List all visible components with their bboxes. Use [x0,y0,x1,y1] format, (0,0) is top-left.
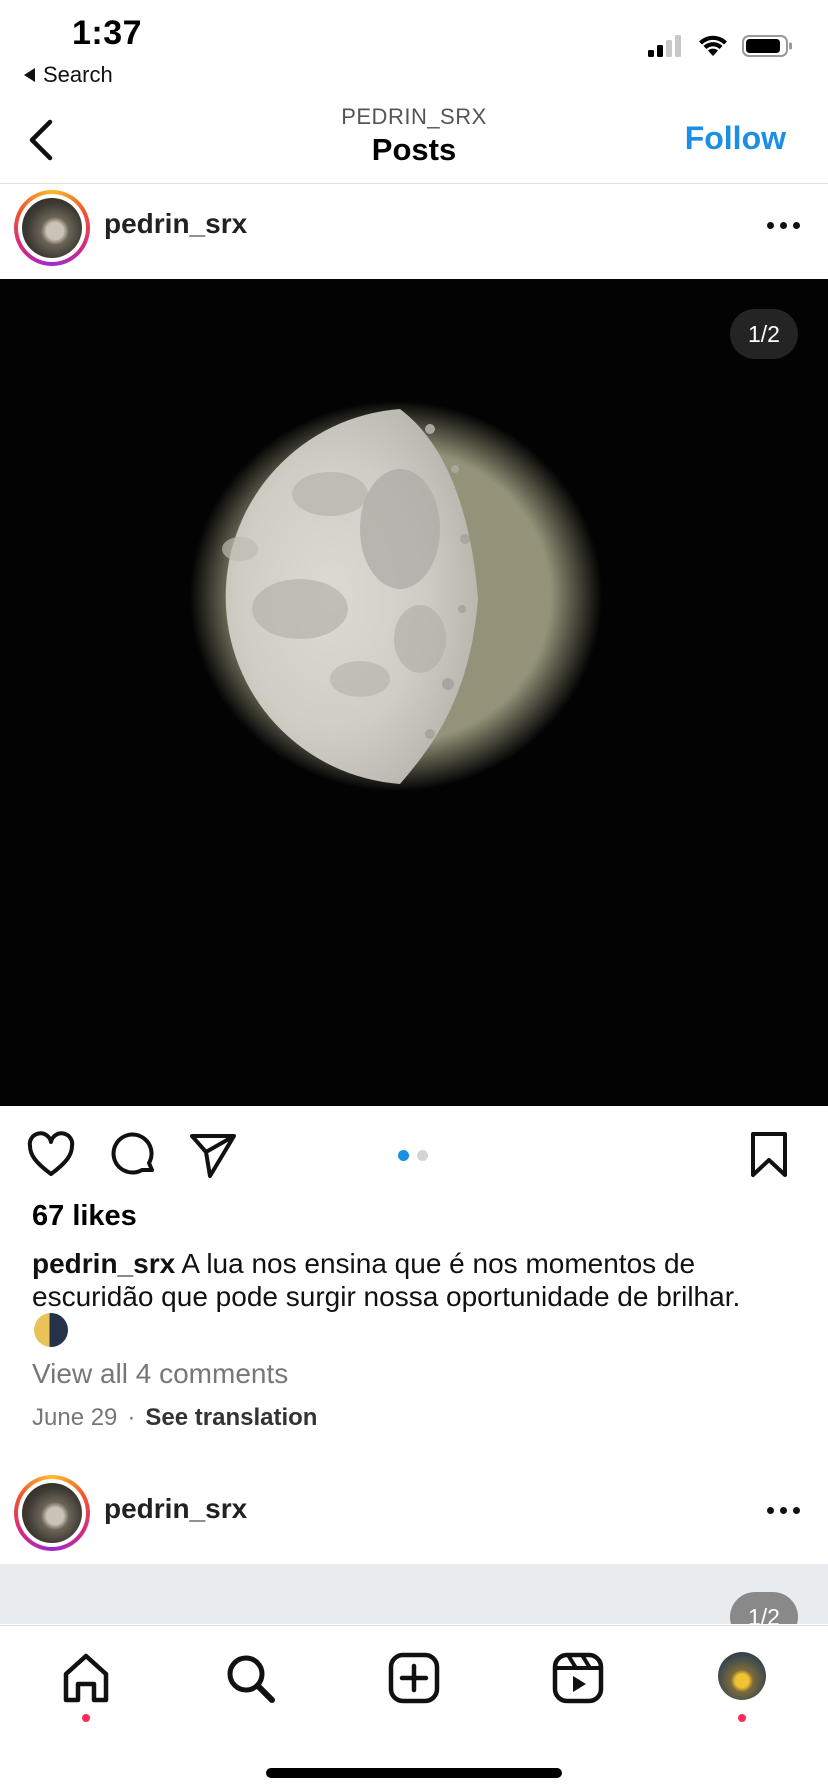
avatar[interactable] [14,190,90,266]
meta-separator: · [127,1404,136,1431]
likes-count[interactable]: 67 likes [32,1200,137,1233]
more-horizontal-icon[interactable] [767,1507,800,1514]
search-icon[interactable] [222,1650,278,1706]
profile-avatar[interactable] [718,1652,766,1700]
post-caption: pedrin_srx A lua nos ensina que é nos mo… [32,1247,812,1313]
bottom-tab-bar [0,1625,828,1792]
post-header: pedrin_srx [0,184,828,274]
carousel-dot-active [398,1150,409,1161]
comment-icon[interactable] [108,1130,158,1180]
avatar[interactable] [14,1475,90,1551]
post-header-2: pedrin_srx [0,1469,828,1559]
back-to-search-label: Search [43,62,113,87]
home-notification-dot [82,1714,90,1722]
view-all-comments-link[interactable]: View all 4 comments [32,1358,288,1390]
post-username[interactable]: pedrin_srx [104,1493,247,1525]
status-icons [646,34,794,58]
back-to-search[interactable]: Search [24,62,113,88]
moon-emoji-icon [34,1313,68,1347]
carousel-dots [398,1150,428,1161]
follow-button[interactable]: Follow [685,120,786,157]
heart-icon[interactable] [26,1130,76,1180]
image-counter: 1/2 [730,1592,798,1624]
post-username[interactable]: pedrin_srx [104,208,247,240]
avatar-photo [22,1483,82,1543]
bookmark-icon[interactable] [744,1130,794,1180]
moon-photo [190,401,602,791]
home-icon[interactable] [58,1650,114,1706]
home-indicator [266,1768,562,1778]
wifi-icon [699,35,727,56]
post-meta: June 29 · See translation [32,1404,317,1432]
back-triangle-icon [24,68,35,82]
posts-header: PEDRIN_SRX Posts Follow [0,96,828,184]
avatar-photo [22,198,82,258]
signal-icon [648,35,681,57]
create-icon[interactable] [386,1650,442,1706]
profile-notification-dot [738,1714,746,1722]
status-time: 1:37 [72,14,143,52]
image-counter: 1/2 [730,309,798,359]
post-actions [0,1120,828,1190]
post-date: June 29 [32,1404,118,1431]
post-image-2[interactable]: 1/2 [0,1564,828,1624]
battery-icon [742,35,792,57]
reels-icon[interactable] [550,1650,606,1706]
post-image[interactable]: 1/2 [0,279,828,1106]
carousel-dot [417,1150,428,1161]
send-icon[interactable] [188,1130,238,1180]
see-translation-link[interactable]: See translation [145,1404,317,1432]
more-horizontal-icon[interactable] [767,222,800,229]
caption-username[interactable]: pedrin_srx [32,1248,175,1279]
